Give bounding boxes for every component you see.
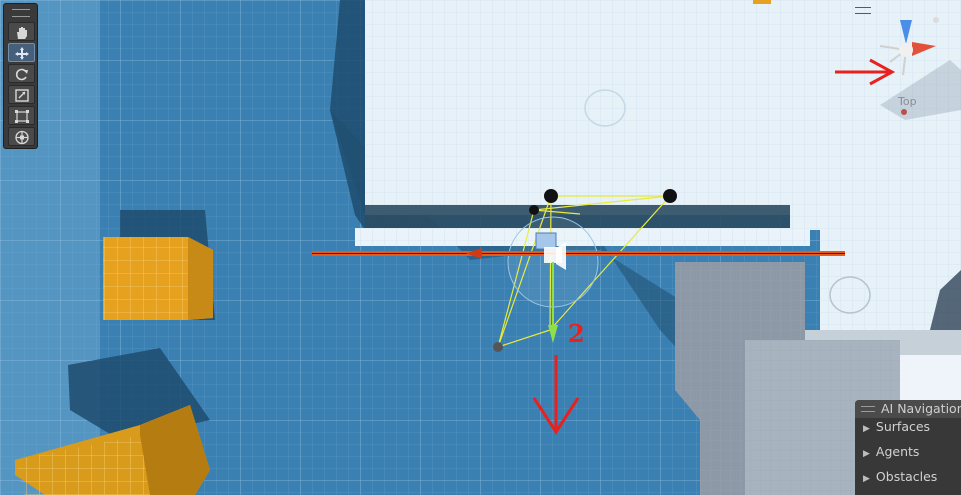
frustum-handle[interactable] <box>663 189 677 203</box>
tools-overlay <box>3 3 38 149</box>
tools-grip[interactable] <box>12 9 30 17</box>
ai-nav-item-agents[interactable]: ▶ Agents <box>863 444 919 459</box>
hand-tool-button[interactable] <box>8 22 35 41</box>
scale-tool-button[interactable] <box>8 85 35 104</box>
view-label[interactable]: Top <box>898 95 917 108</box>
move-plane-handle[interactable] <box>535 232 557 250</box>
ai-nav-item-obstacles[interactable]: ▶ Obstacles <box>863 469 937 484</box>
ai-nav-item-label: Obstacles <box>875 469 938 484</box>
overlay-menu-grip[interactable] <box>855 7 871 14</box>
scale-icon <box>15 89 29 102</box>
expand-arrow-icon[interactable]: ▶ <box>863 424 870 434</box>
scene-viewport[interactable]: 2 <box>0 0 961 495</box>
ai-nav-item-label: Agents <box>875 444 920 459</box>
ai-navigation-header[interactable]: AI Navigation <box>855 400 961 418</box>
orange-cube-top-edge <box>753 0 771 4</box>
gray-block-top-right <box>900 355 961 400</box>
ai-nav-item-surfaces[interactable]: ▶ Surfaces <box>863 419 930 434</box>
ai-navigation-title: AI Navigation <box>881 401 961 416</box>
ai-navigation-panel: AI Navigation ▶ Surfaces ▶ Agents ▶ Obstacl… <box>855 400 961 495</box>
rotate-icon <box>15 68 28 81</box>
panel-grip-icon[interactable] <box>861 406 875 412</box>
transform-icon <box>15 130 29 145</box>
expand-arrow-icon[interactable]: ▶ <box>863 449 870 459</box>
rect-tool-button[interactable] <box>8 106 35 125</box>
frustum-handle[interactable] <box>544 189 558 203</box>
annotation-number: 2 <box>568 319 585 348</box>
ai-nav-item-label: Surfaces <box>875 419 931 434</box>
orange-cube-left-side <box>188 237 213 320</box>
transform-tool-button[interactable] <box>8 127 35 146</box>
expand-arrow-icon[interactable]: ▶ <box>863 474 870 484</box>
frustum-handle[interactable] <box>529 205 539 215</box>
move-icon <box>15 47 29 60</box>
orange-cube-left-grid <box>103 237 188 320</box>
hand-icon <box>17 27 27 39</box>
rect-icon <box>15 110 29 123</box>
rotate-tool-button[interactable] <box>8 64 35 83</box>
move-tool-button[interactable] <box>8 43 35 62</box>
frustum-handle[interactable] <box>493 342 503 352</box>
